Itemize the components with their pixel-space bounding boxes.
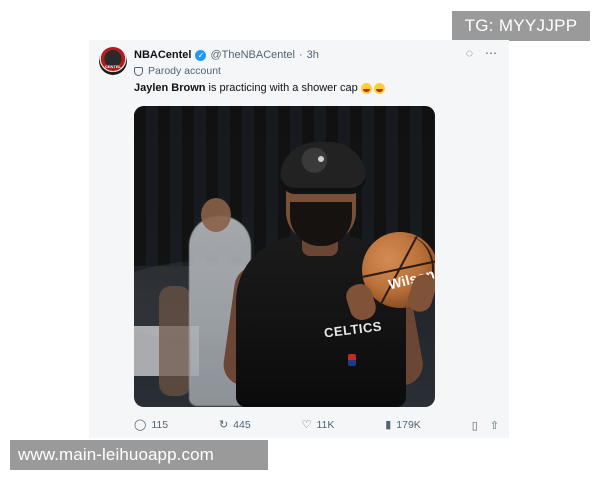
- author-avatar[interactable]: CENTEL: [99, 47, 127, 75]
- display-name[interactable]: NBACentel: [134, 49, 191, 61]
- shower-cap: [280, 142, 366, 194]
- views-icon: ▮: [385, 418, 392, 431]
- parody-label: Parody account: [134, 65, 221, 77]
- avatar-label: CENTEL: [105, 64, 121, 69]
- tweet-top-actions: ◌ ⋯: [466, 46, 497, 60]
- like-action[interactable]: ♡ 11K: [302, 419, 335, 431]
- background-person: [159, 286, 191, 396]
- tweet-header: NBACentel ✓ @TheNBACentel · 3h: [134, 47, 319, 63]
- repost-icon: ↻: [218, 418, 229, 431]
- user-handle[interactable]: @TheNBACentel: [210, 49, 295, 61]
- background-coach-head: [201, 198, 231, 232]
- tweet-image[interactable]: CELTICS Wilson: [134, 106, 435, 407]
- crying-laughing-emoji-icon: [373, 82, 385, 94]
- tweet-actions: ◯ 115 ↻ 445 ♡ 11K ▮ 179K ▯ ⇧: [134, 416, 499, 434]
- tweet-text: Jaylen Brown is practicing with a shower…: [134, 82, 385, 94]
- parody-mask-icon: [134, 66, 143, 76]
- tweet-card: CENTEL NBACentel ✓ @TheNBACentel · 3h ◌ …: [89, 40, 509, 438]
- timestamp[interactable]: 3h: [307, 49, 319, 61]
- reply-icon: ◯: [134, 418, 147, 431]
- share-icon[interactable]: ⇧: [490, 419, 499, 432]
- more-icon[interactable]: ⋯: [485, 46, 497, 60]
- views-count: 179K: [396, 419, 421, 431]
- tweet-body: is practicing with a shower cap: [208, 82, 358, 94]
- verified-icon: ✓: [195, 49, 207, 61]
- emoji-group: [360, 82, 385, 94]
- mention-text[interactable]: Jaylen Brown: [134, 82, 206, 94]
- repost-action[interactable]: ↻ 445: [219, 419, 251, 431]
- grok-icon[interactable]: ◌: [466, 46, 473, 60]
- nba-logo-icon: [348, 354, 356, 366]
- crying-laughing-emoji-icon: [360, 82, 372, 94]
- secondary-actions: ▯ ⇧: [472, 419, 499, 432]
- parody-text: Parody account: [148, 65, 221, 77]
- reply-action[interactable]: ◯ 115: [134, 419, 168, 431]
- views-action[interactable]: ▮ 179K: [385, 419, 421, 431]
- separator-dot: ·: [299, 49, 303, 61]
- like-count: 11K: [316, 419, 335, 431]
- cap-logo-icon: [318, 156, 324, 162]
- bookmark-icon[interactable]: ▯: [472, 419, 478, 432]
- repost-count: 445: [233, 419, 251, 431]
- reply-count: 115: [151, 419, 169, 431]
- like-icon: ♡: [301, 418, 312, 431]
- bottom-watermark: www.main-leihuoapp.com: [10, 440, 268, 470]
- top-watermark: TG: MYYJJPP: [452, 11, 590, 41]
